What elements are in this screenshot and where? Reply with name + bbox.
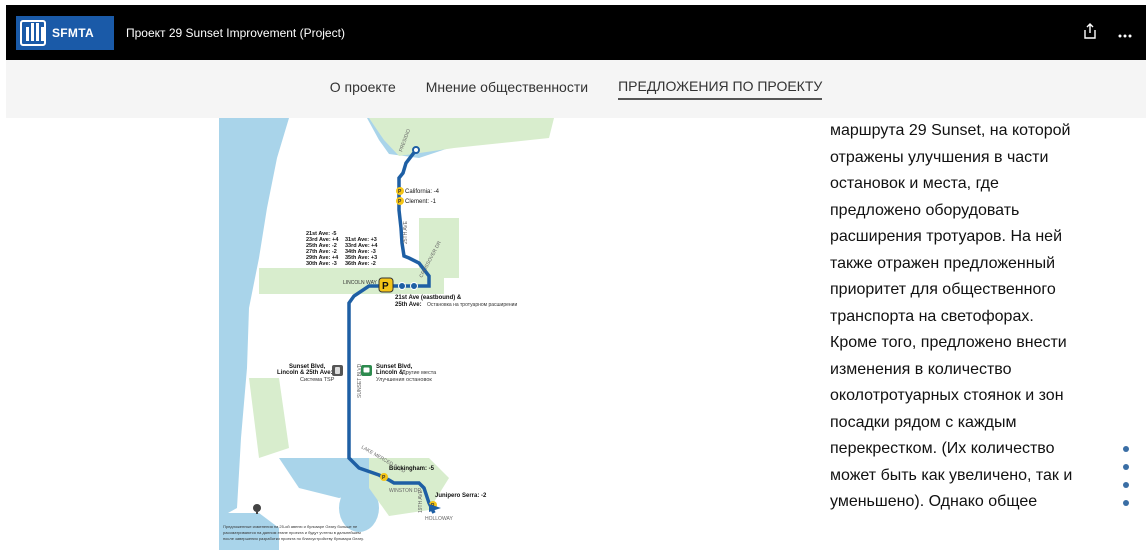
count-item: 36th Ave: -2 bbox=[345, 261, 376, 267]
sfmta-logo-icon bbox=[20, 19, 46, 46]
tab-project-proposals[interactable]: ПРЕДЛОЖЕНИЯ ПО ПРОЕКТУ bbox=[618, 78, 823, 100]
street-label-19th-ave: 19TH AVE bbox=[418, 489, 424, 513]
street-label-winston: WINSTON DR bbox=[389, 488, 422, 494]
street-label-lincoln-way: LINCOLN WAY bbox=[343, 280, 378, 286]
tab-public-opinion[interactable]: Мнение общественности bbox=[426, 79, 588, 99]
route-start bbox=[412, 146, 420, 154]
text-line: Кроме того, предложено внести bbox=[830, 334, 1067, 351]
text-line: транспорта на светофорах. bbox=[830, 307, 1034, 325]
label-tsp-title-2: Lincoln & 25th Ave: bbox=[277, 370, 333, 376]
north-arrow-stem bbox=[256, 508, 258, 514]
park-west bbox=[249, 378, 289, 458]
label-clement: Clement: -1 bbox=[405, 199, 437, 205]
street-label-holloway: HOLLOWAY bbox=[425, 516, 453, 522]
text-line: изменения в количество bbox=[830, 360, 1012, 378]
text-line: маршрута 29 Sunset, на которой bbox=[830, 122, 1071, 139]
pager-dot[interactable] bbox=[1123, 482, 1129, 488]
label-bus-note-2: Улучшения остановок bbox=[376, 377, 432, 383]
map-footnote-1: Предложенные изменения на 25-ой авеню и … bbox=[223, 524, 358, 529]
page-title: Проект 29 Sunset Improvement (Project) bbox=[126, 25, 345, 40]
bus-stop-icon-inner bbox=[363, 367, 370, 373]
section-nav: О проекте Мнение общественности ПРЕДЛОЖЕ… bbox=[6, 60, 1146, 118]
count-item: 30th Ave: -3 bbox=[306, 261, 337, 267]
stop-marker bbox=[398, 282, 406, 290]
text-line: перекрестком. (Их количество bbox=[830, 440, 1055, 457]
text-line: расширения тротуаров. На ней bbox=[830, 228, 1063, 245]
text-line: приоритет для общественного bbox=[830, 281, 1056, 298]
tab-about[interactable]: О проекте bbox=[330, 79, 396, 99]
pager-dot[interactable] bbox=[1123, 500, 1129, 506]
label-junipero: Junipero Serra: -2 bbox=[435, 493, 487, 499]
text-line: уменьшено). Однако общее bbox=[830, 493, 1038, 510]
stop-count-list-left: 21st Ave: -5 23rd Ave: +4 25th Ave: -2 2… bbox=[306, 231, 339, 267]
label-california: California: -4 bbox=[405, 189, 440, 195]
text-line: может быть как увеличено, так и bbox=[830, 466, 1073, 484]
share-icon[interactable] bbox=[1084, 23, 1096, 42]
text-line: околотротуарных стоянок и зон bbox=[830, 387, 1064, 404]
label-bus-note-1: Другие места bbox=[402, 370, 437, 376]
pager-dot[interactable] bbox=[1123, 446, 1129, 452]
header-bar: SFMTA Проект 29 Sunset Improvement (Proj… bbox=[6, 5, 1146, 60]
sfmta-logo[interactable]: SFMTA bbox=[16, 15, 114, 50]
label-buckingham: Buckingham: -5 bbox=[389, 466, 435, 472]
map-footnote-3: после завершения разработки проекта по б… bbox=[223, 536, 364, 541]
text-line: посадки рядом с каждым bbox=[830, 413, 1017, 431]
label-stop-title-2: 25th Ave: bbox=[395, 302, 422, 308]
text-line: остановок и места, где bbox=[830, 175, 999, 192]
traffic-signal-icon-inner bbox=[335, 367, 340, 374]
slide-pager bbox=[1123, 446, 1129, 506]
text-line: предложено оборудовать bbox=[830, 201, 1020, 219]
label-bus-title-2: Lincoln & bbox=[376, 370, 404, 376]
label-stop-note: Остановка на тротуарном расширении bbox=[427, 302, 517, 308]
stop-count-list-right: 31st Ave: +3 33rd Ave: +4 34th Ave: -3 3… bbox=[345, 237, 378, 267]
logo-text: SFMTA bbox=[52, 25, 94, 40]
more-icon[interactable] bbox=[1118, 25, 1132, 41]
route-map: PRESIDIO 25TH AVE CROSSOVER DR LINCOLN W… bbox=[219, 118, 554, 550]
description-text: маршрута 29 Sunset, на которой отражены … bbox=[830, 118, 1112, 516]
map-footnote-2: рассматриваются на данном этапе проекта … bbox=[223, 530, 361, 535]
text-line: также отражен предложенный bbox=[830, 254, 1056, 272]
label-stop-title-1: 21st Ave (eastbound) & bbox=[395, 295, 462, 301]
label-tsp-note: Система TSP bbox=[300, 377, 335, 383]
stop-marker bbox=[410, 282, 418, 290]
street-label-25th-ave: 25TH AVE bbox=[403, 220, 409, 244]
text-line: отражены улучшения в части bbox=[830, 148, 1049, 166]
pager-dot[interactable] bbox=[1123, 464, 1129, 470]
parking-letter: P bbox=[382, 281, 389, 292]
page: SFMTA Проект 29 Sunset Improvement (Proj… bbox=[0, 0, 1146, 550]
ocean-shape bbox=[219, 118, 289, 518]
